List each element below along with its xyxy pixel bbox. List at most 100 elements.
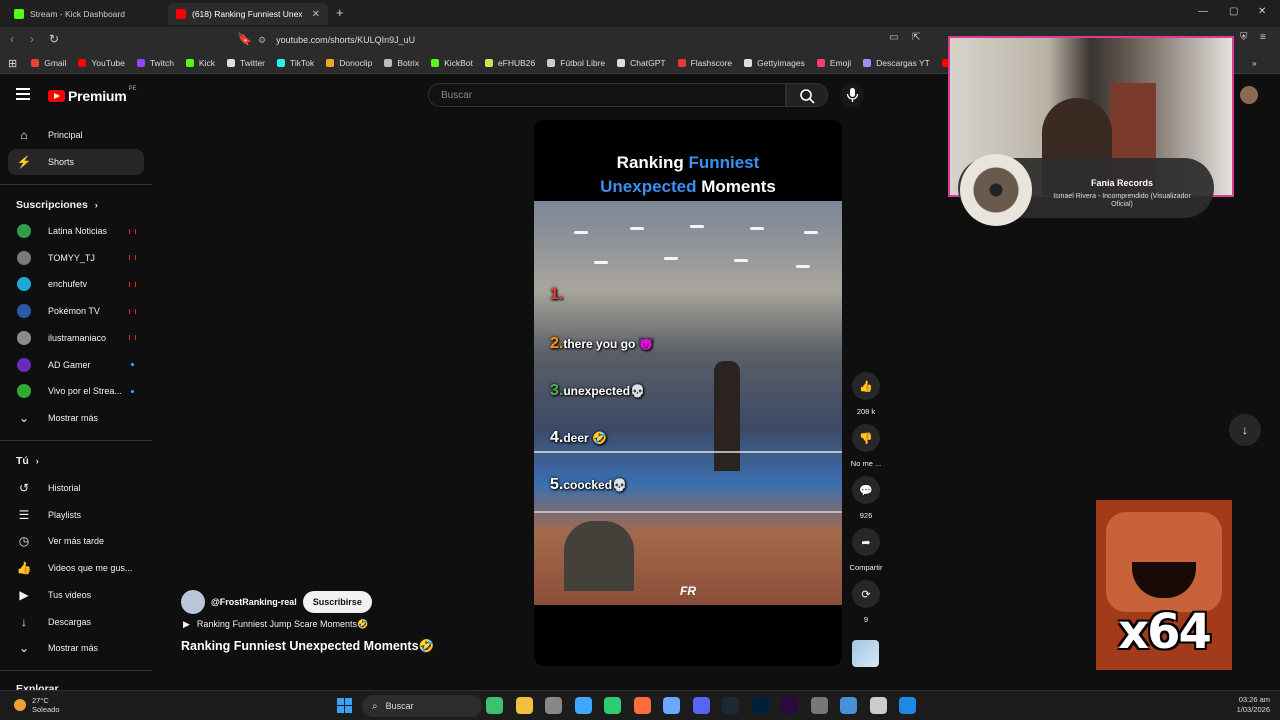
premiere-icon[interactable] (781, 697, 798, 714)
bookmark-item[interactable]: Fútbol Libre (547, 58, 605, 68)
subscription-item[interactable]: Vivo por el Strea... (8, 378, 144, 404)
sidebar-item-label: Principal (48, 130, 83, 140)
hamburger-menu-icon[interactable] (16, 88, 30, 100)
more-bookmarks-icon[interactable]: » (1252, 58, 1257, 68)
bookmark-item[interactable]: Gmail (31, 58, 66, 68)
app-icon[interactable] (574, 697, 592, 714)
sidebar-item-clock[interactable]: ◷ Ver más tarde (8, 528, 144, 554)
dislike-button[interactable]: 👎 No me ... (848, 424, 884, 468)
bookmark-item[interactable]: Twitch (136, 58, 174, 68)
sidebar-item-thumb-up[interactable]: 👍 Videos que me gus... (8, 555, 144, 581)
bookmark-item[interactable]: KickBot (431, 58, 473, 68)
you-heading[interactable]: Tú › (16, 455, 39, 467)
subscription-item[interactable]: Latina Noticias (8, 218, 144, 244)
bookmark-icon[interactable]: 🔖 (237, 32, 252, 46)
channel-avatar[interactable] (181, 590, 205, 614)
bookmark-item[interactable]: Emoji (816, 58, 851, 68)
notepad-icon[interactable] (840, 697, 857, 714)
comment-button[interactable]: 💬 926 (848, 476, 884, 520)
vinyl-disc-icon (960, 154, 1032, 226)
bookmark-item[interactable]: eFHUB26 (484, 58, 535, 68)
bookmark-item[interactable]: Kick (185, 58, 215, 68)
channel-name[interactable]: @FrostRanking-real (211, 597, 297, 607)
account-avatar[interactable] (1240, 86, 1258, 104)
subscription-item[interactable]: ilustramaniaco (8, 325, 144, 351)
show-more-you[interactable]: ⌄ Mostrar más (8, 635, 144, 661)
bookmark-item[interactable]: Flashscore (677, 58, 732, 68)
share-icon: ➦ (852, 528, 880, 556)
obs-icon[interactable] (663, 697, 680, 714)
maximize-icon[interactable]: ▢ (1229, 6, 1238, 17)
subscription-item[interactable]: Pokémon TV (8, 298, 144, 324)
like-button[interactable]: 👍 208 k (848, 372, 884, 416)
sidebar-item-history[interactable]: ↺ Historial (8, 475, 144, 501)
shorts-player[interactable]: Ranking Funniest Unexpected Moments 1. 2.… (534, 120, 842, 666)
bookmark-item[interactable]: Donoclip (326, 58, 372, 68)
sidebar-item-shorts[interactable]: ⚡ Shorts (8, 149, 144, 175)
sidebar-item-playlist[interactable]: ☰ Playlists (8, 502, 144, 528)
sidebar-item-label: Videos que me gus... (48, 563, 133, 574)
brave-icon[interactable] (633, 697, 651, 714)
arrow-down-icon: ↓ (1242, 423, 1248, 437)
windows-start-icon[interactable] (337, 698, 352, 713)
cast-icon[interactable]: ▭ (889, 32, 898, 43)
url-field[interactable]: ⚙ youtube.com/shorts/KULQIn9J_uU (258, 31, 948, 49)
next-short-button[interactable]: ↓ (1229, 414, 1261, 446)
subscription-item[interactable]: TOMYY_TJ (8, 245, 144, 271)
short-title-overlay: Ranking Funniest Unexpected Moments (534, 120, 842, 201)
sound-thumbnail[interactable] (852, 640, 879, 667)
share-button[interactable]: ➦ Compartir (848, 528, 884, 572)
bookmark-item[interactable]: Twitter (226, 58, 265, 68)
show-more-subscriptions[interactable]: ⌄ Mostrar más (8, 405, 144, 431)
reload-icon[interactable]: ↻ (49, 32, 59, 46)
voice-search-button[interactable] (840, 83, 864, 107)
bookmark-item[interactable]: Gettyimages (744, 58, 805, 68)
app-icon[interactable] (604, 697, 621, 714)
photoshop-icon[interactable] (751, 697, 769, 714)
close-tab-icon[interactable]: ✕ (312, 9, 320, 20)
bookmark-item[interactable]: YouTube (78, 58, 125, 68)
sidebar-item-download[interactable]: ↓ Descargas (8, 609, 144, 635)
weather-widget[interactable]: 27°C Soleado (14, 696, 60, 714)
bookmark-item[interactable]: TikTok (277, 58, 314, 68)
share-page-icon[interactable]: ⇱ (912, 32, 920, 43)
bookmark-item[interactable]: ChatGPT (617, 58, 666, 68)
back-icon[interactable]: ‹ (10, 32, 14, 46)
settings-icon[interactable] (810, 697, 828, 714)
menu-icon[interactable]: ≡ (1260, 32, 1266, 43)
site-info-icon[interactable]: ⚙ (258, 35, 266, 46)
subscription-item[interactable]: enchufetv (8, 271, 144, 297)
bookmark-item[interactable]: Botrix (384, 58, 419, 68)
bookmark-favicon-icon (326, 59, 335, 67)
steam-icon[interactable] (722, 697, 739, 714)
new-tab-icon[interactable]: + (336, 5, 344, 20)
file-explorer-icon[interactable] (515, 697, 533, 714)
sidebar-item-label: Mostrar más (48, 643, 99, 653)
sidebar-item-label: Mostrar más (48, 413, 99, 423)
remix-button[interactable]: ⟳ 9 (848, 580, 884, 624)
taskbar-search[interactable]: ⌕ Buscar (362, 695, 482, 717)
tab-youtube-short[interactable]: (618) Ranking Funniest Unex ✕ (168, 3, 328, 25)
forward-icon[interactable]: › (30, 32, 34, 46)
subscriptions-heading[interactable]: Suscripciones › (16, 199, 98, 211)
related-video-link[interactable]: ▶ Ranking Funniest Jump Scare Moments🤣 (183, 619, 368, 630)
sidebar-item-principal[interactable]: ⌂ Principal (8, 122, 144, 148)
tab-kick-dashboard[interactable]: Stream - Kick Dashboard (6, 3, 166, 25)
search-input[interactable]: Buscar (428, 83, 786, 107)
search-button[interactable] (786, 83, 828, 107)
widget-icon[interactable] (486, 697, 503, 714)
media-player-icon[interactable] (869, 697, 887, 714)
subscribe-button[interactable]: Suscribirse (302, 591, 372, 613)
sidebar-item-video[interactable]: ▶ Tus videos (8, 582, 144, 608)
edge-icon[interactable] (899, 697, 916, 714)
shield-icon[interactable]: ⛨ (1240, 32, 1248, 43)
minimize-icon[interactable]: — (1198, 6, 1208, 17)
subscription-item[interactable]: AD Gamer (8, 352, 144, 378)
discord-icon[interactable] (692, 697, 710, 714)
youtube-premium-logo[interactable]: Premium PE (48, 86, 137, 104)
chrome-icon[interactable] (545, 697, 562, 714)
system-clock[interactable]: 03:26 am 1/03/2026 (1218, 695, 1270, 715)
apps-icon[interactable]: ⊞ (8, 57, 17, 70)
close-window-icon[interactable]: ✕ (1258, 6, 1266, 17)
bookmark-item[interactable]: Descargas YT (863, 58, 930, 68)
